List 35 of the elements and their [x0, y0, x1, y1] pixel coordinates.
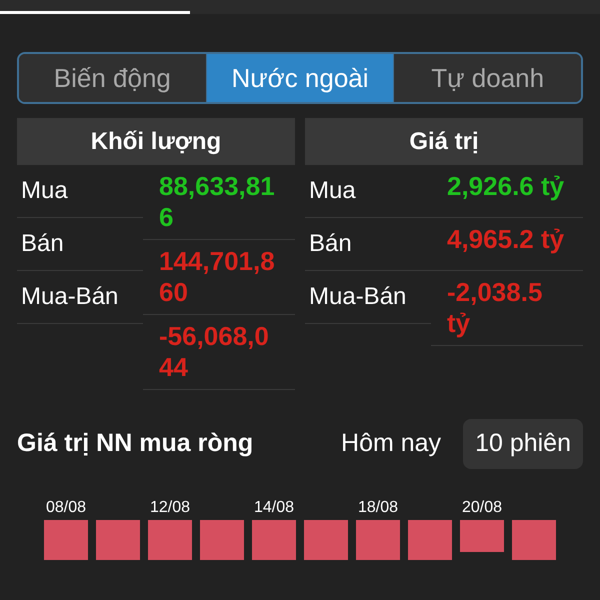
- section-title: Giá trị NN mua ròng: [17, 428, 254, 460]
- chart-bar: [96, 520, 140, 560]
- row-label: Bán: [305, 218, 431, 271]
- chart-bar: [304, 520, 348, 560]
- value-cell: -56,068,044: [143, 315, 295, 390]
- row-label: Mua: [305, 165, 431, 218]
- row-label: Bán: [17, 218, 143, 271]
- chart-bar: [356, 520, 400, 560]
- chart-bar: [200, 520, 244, 560]
- date-label: 20/08: [460, 498, 504, 516]
- chart-bar: [44, 520, 88, 560]
- table-header: Khối lượng: [17, 118, 295, 165]
- tab[interactable]: Tự doanh: [393, 54, 581, 102]
- date-label: 18/08: [356, 498, 400, 516]
- table-header: Giá trị: [305, 118, 583, 165]
- chart-bar: [148, 520, 192, 560]
- chart-bar: [252, 520, 296, 560]
- chart-bar: [512, 520, 556, 560]
- value-cell: 4,965.2 tỷ: [431, 218, 583, 271]
- row-label: Mua-Bán: [305, 271, 431, 324]
- value-cell: -2,038.5 tỷ: [431, 271, 583, 346]
- chart-bar: [408, 520, 452, 560]
- date-label: 12/08: [148, 498, 192, 516]
- period-tab[interactable]: 10 phiên: [463, 419, 583, 469]
- period-tab[interactable]: Hôm nay: [329, 419, 454, 469]
- value-cell: 88,633,816: [143, 165, 295, 240]
- tab[interactable]: Nước ngoài: [206, 54, 394, 102]
- date-label: 08/08: [44, 498, 88, 516]
- row-label: Mua-Bán: [17, 271, 143, 324]
- tab[interactable]: Biến động: [19, 54, 206, 102]
- chart-bar: [460, 520, 504, 552]
- value-cell: 144,701,860: [143, 240, 295, 315]
- date-label: 14/08: [252, 498, 296, 516]
- value-cell: 2,926.6 tỷ: [431, 165, 583, 218]
- row-label: Mua: [17, 165, 143, 218]
